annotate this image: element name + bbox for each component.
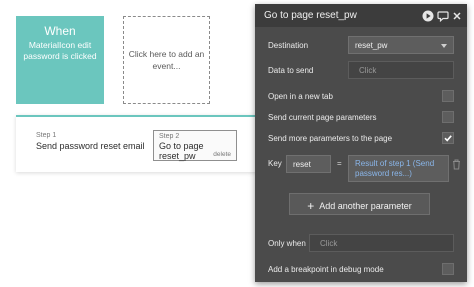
event-title: When	[44, 24, 76, 38]
send-current-params-label: Send current page parameters	[268, 113, 377, 122]
send-current-params-checkbox[interactable]	[442, 111, 454, 123]
destination-value: reset_pw	[355, 41, 388, 50]
delete-step-link[interactable]: delete	[213, 151, 231, 158]
step-2[interactable]: Step 2 Go to page reset_pw delete	[153, 130, 237, 161]
only-when-label: Only when	[268, 239, 306, 248]
plus-icon: +	[307, 199, 315, 213]
open-new-tab-checkbox[interactable]	[442, 90, 454, 102]
play-icon[interactable]	[422, 9, 434, 22]
step-number: Step 1	[36, 132, 57, 139]
data-to-send-label: Data to send	[268, 66, 314, 75]
add-param-label: Add another parameter	[319, 201, 412, 211]
parameter-value-expression[interactable]: Result of step 1 (Send password res...)	[348, 155, 449, 182]
key-value: reset	[293, 160, 311, 169]
breakpoint-checkbox[interactable]	[442, 263, 454, 275]
step-number: Step 2	[159, 133, 180, 140]
key-label: Key	[268, 159, 282, 168]
data-to-send-input[interactable]: Click	[348, 61, 454, 79]
event-trigger-card[interactable]: When MaterialIcon edit password is click…	[16, 16, 104, 104]
chevron-down-icon	[441, 44, 447, 48]
equals-sign: =	[337, 159, 342, 168]
step-1[interactable]: Step 1 Send password reset email	[36, 132, 145, 151]
breakpoint-label: Add a breakpoint in debug mode	[268, 265, 384, 274]
panel-header: Go to page reset_pw	[255, 4, 467, 27]
trash-icon[interactable]	[452, 157, 461, 175]
event-description: MaterialIcon edit password is clicked	[23, 40, 97, 61]
workflow-steps-bar: Step 1 Send password reset email Step 2 …	[16, 115, 261, 172]
parameter-value-text: Result of step 1 (Send password res...)	[355, 159, 435, 178]
add-event-label: Click here to add an event...	[128, 49, 205, 71]
send-more-params-label: Send more parameters to the page	[268, 134, 393, 143]
send-more-params-checkbox[interactable]	[442, 132, 454, 144]
action-property-panel: Go to page reset_pw Destination reset_pw…	[255, 4, 467, 282]
panel-title: Go to page reset_pw	[264, 10, 357, 21]
comment-icon[interactable]	[437, 9, 449, 23]
add-event-placeholder[interactable]: Click here to add an event...	[123, 16, 210, 104]
add-another-parameter-button[interactable]: + Add another parameter	[289, 193, 430, 215]
destination-dropdown[interactable]: reset_pw	[348, 36, 454, 54]
destination-label: Destination	[268, 41, 309, 50]
step-name: Send password reset email	[36, 141, 145, 151]
data-to-send-placeholder: Click	[359, 66, 377, 75]
close-icon[interactable]	[451, 9, 463, 21]
key-input[interactable]: reset	[286, 155, 331, 173]
only-when-placeholder: Click	[320, 239, 338, 248]
open-new-tab-label: Open in a new tab	[268, 92, 333, 101]
checkmark-icon	[444, 135, 452, 142]
only-when-input[interactable]: Click	[309, 234, 454, 252]
